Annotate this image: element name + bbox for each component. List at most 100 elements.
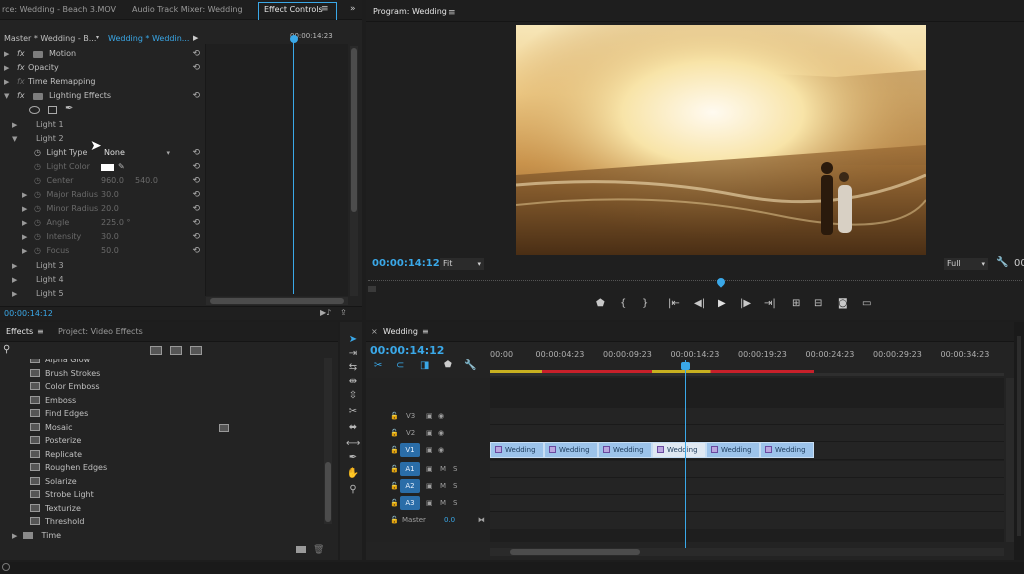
collapse-triangle-icon[interactable]: ▼ [12, 135, 17, 143]
play-audio-icon[interactable]: ▶♪ [320, 308, 331, 317]
expand-triangle-icon[interactable]: ▶ [12, 290, 17, 298]
lock-icon[interactable]: 🔓 [390, 512, 399, 528]
new-bin-icon[interactable] [296, 546, 306, 553]
time-ruler[interactable]: 00:00 00:00:04:23 00:00:09:23 00:00:14:23 00… [490, 350, 1004, 372]
expand-triangle-icon[interactable]: ▶ [22, 219, 27, 227]
effect-controls-timecode[interactable]: 00:00:14:12 [4, 309, 53, 318]
center-x-value[interactable]: 960.0 [101, 174, 124, 188]
mark-in-icon[interactable]: { [620, 298, 626, 309]
stopwatch-icon[interactable]: ◷ [34, 148, 41, 157]
track-target-badge[interactable]: A3 [400, 496, 420, 510]
mute-button[interactable]: M [440, 461, 446, 477]
lock-icon[interactable]: 🔓 [390, 495, 399, 511]
reset-icon[interactable]: ⟲ [192, 244, 200, 258]
selection-tool-icon[interactable]: ➤ [346, 334, 360, 346]
stopwatch-icon[interactable]: ◷ [34, 246, 41, 255]
light-5-row[interactable]: ▶ Light 5 [12, 287, 64, 301]
master-volume-value[interactable]: 0.0 [444, 512, 455, 528]
quality-dropdown[interactable]: Full ▾ [944, 258, 988, 270]
slip-tool-icon[interactable]: ⬌ [346, 422, 360, 434]
timeline-vertical-scrollbar[interactable] [1006, 378, 1014, 542]
reset-icon[interactable]: ⟲ [192, 174, 200, 188]
pen-tool-icon[interactable]: ✒ [346, 452, 360, 464]
reset-icon[interactable]: ⟲ [192, 160, 200, 174]
effect-list-item[interactable]: Color Emboss [30, 380, 100, 393]
add-marker-icon[interactable]: ⬟ [596, 298, 605, 309]
program-video-frame[interactable] [516, 25, 926, 255]
ellipse-mask-icon[interactable] [29, 106, 40, 114]
solo-button[interactable]: S [453, 495, 457, 511]
snap-icon[interactable]: ✂ [374, 360, 382, 371]
vertical-scrollbar[interactable] [350, 46, 358, 296]
light-color-row[interactable]: ◷ Light Color ✎ ⟲ [34, 160, 200, 174]
timeline-settings-wrench-icon[interactable]: 🔧 [464, 360, 476, 371]
pen-mask-icon[interactable]: ✒ [65, 103, 73, 114]
rate-stretch-tool-icon[interactable]: ⇳ [346, 390, 360, 402]
minor-radius-row[interactable]: ▶ ◷ Minor Radius 20.0 ⟲ [22, 202, 200, 216]
effect-list-item[interactable]: Alpha Glow [30, 359, 90, 366]
go-to-end-icon[interactable]: ⧓ [478, 512, 485, 528]
intensity-row[interactable]: ▶ ◷ Intensity 30.0 ⟲ [22, 230, 200, 244]
extract-icon[interactable]: ⊟ [814, 298, 822, 309]
light-type-row[interactable]: ◷ Light Type None ▾ ⟲ [34, 146, 200, 160]
track-select-tool-icon[interactable]: ⇥ [346, 348, 360, 360]
play-icon[interactable]: ▶ [718, 298, 726, 309]
tab-program[interactable]: Program: Wedding [373, 2, 447, 22]
effect-list-item[interactable]: Posterize [30, 434, 81, 447]
param-value[interactable]: 30.0 [101, 188, 119, 202]
timeline-clip[interactable]: Wedding [544, 442, 598, 458]
param-value[interactable]: 30.0 [101, 230, 119, 244]
yuv-effects-icon[interactable] [190, 346, 202, 355]
stopwatch-icon[interactable]: ◷ [34, 232, 41, 241]
reset-icon[interactable]: ⟲ [192, 188, 200, 202]
export-frame-icon[interactable]: ◙ [838, 298, 848, 309]
program-timecode[interactable]: 00:00:14:12 [372, 258, 440, 269]
zoom-tool-icon[interactable]: ⚲ [346, 484, 360, 496]
effect-row-lighting-effects[interactable]: ▼ fx Lighting Effects ⟲ [4, 89, 200, 103]
eye-icon[interactable]: ◉ [438, 425, 444, 441]
search-icon[interactable]: ⚲ [3, 344, 10, 355]
effect-list-item[interactable]: Replicate [30, 448, 82, 461]
play-triangle-icon[interactable]: ▶ [193, 34, 198, 42]
fit-dropdown[interactable]: Fit ▾ [440, 258, 484, 270]
effect-row-motion[interactable]: ▶ fx Motion ⟲ [4, 47, 200, 61]
light-type-dropdown[interactable]: None ▾ [104, 146, 170, 160]
mini-playhead-handle[interactable] [290, 35, 298, 43]
effect-list-item[interactable]: Texturize [30, 502, 81, 515]
wrench-icon[interactable]: 🔧 [996, 257, 1008, 268]
eyedropper-icon[interactable]: ✎ [118, 160, 125, 174]
program-scrub-bar[interactable] [368, 276, 1022, 292]
angle-row[interactable]: ▶ ◷ Angle 225.0 ° ⟲ [22, 216, 200, 230]
sync-lock-icon[interactable]: ▣ [426, 408, 433, 424]
export-icon[interactable]: ⇪ [340, 308, 347, 317]
expand-triangle-icon[interactable]: ▶ [12, 276, 17, 284]
effects-scrollbar[interactable] [324, 358, 332, 524]
sync-lock-icon[interactable]: ▣ [426, 442, 433, 458]
trash-icon[interactable]: 🗑 [313, 545, 324, 555]
reset-icon[interactable]: ⟲ [192, 89, 200, 103]
lock-icon[interactable]: 🔓 [390, 425, 399, 441]
stopwatch-icon[interactable]: ◷ [34, 218, 41, 227]
track-v3[interactable]: 🔓 V3 ▣ ◉ [366, 408, 490, 424]
source-selector[interactable]: Master * Wedding - B... ▾ [4, 34, 102, 46]
reset-icon[interactable]: ⟲ [192, 202, 200, 216]
stopwatch-icon[interactable]: ◷ [34, 204, 41, 213]
reset-icon[interactable]: ⟲ [192, 146, 200, 160]
tab-source[interactable]: rce: Wedding - Beach 3.MOV [2, 0, 116, 20]
effect-list-item[interactable]: Roughen Edges [30, 461, 107, 474]
close-icon[interactable]: × [371, 327, 378, 336]
track-a1[interactable]: 🔓 A1 ▣ M S [366, 461, 490, 477]
rolling-edit-tool-icon[interactable]: ⇹ [346, 376, 360, 388]
panel-menu-icon[interactable]: ≡ [37, 327, 44, 336]
stopwatch-icon[interactable]: ◷ [34, 162, 41, 171]
lift-icon[interactable]: ⊞ [792, 298, 800, 309]
ruler-scrollbar[interactable] [490, 373, 1004, 376]
reset-icon[interactable]: ⟲ [192, 61, 200, 75]
expand-triangle-icon[interactable]: ▶ [4, 64, 9, 72]
timeline-clip[interactable]: Wedding [598, 442, 652, 458]
lock-icon[interactable]: 🔓 [390, 478, 399, 494]
tab-project[interactable]: Project: Video Effects [58, 322, 143, 342]
rectangle-mask-icon[interactable] [48, 106, 57, 114]
param-value[interactable]: 20.0 [101, 202, 119, 216]
effect-row-opacity[interactable]: ▶ fx Opacity ⟲ [4, 61, 200, 75]
